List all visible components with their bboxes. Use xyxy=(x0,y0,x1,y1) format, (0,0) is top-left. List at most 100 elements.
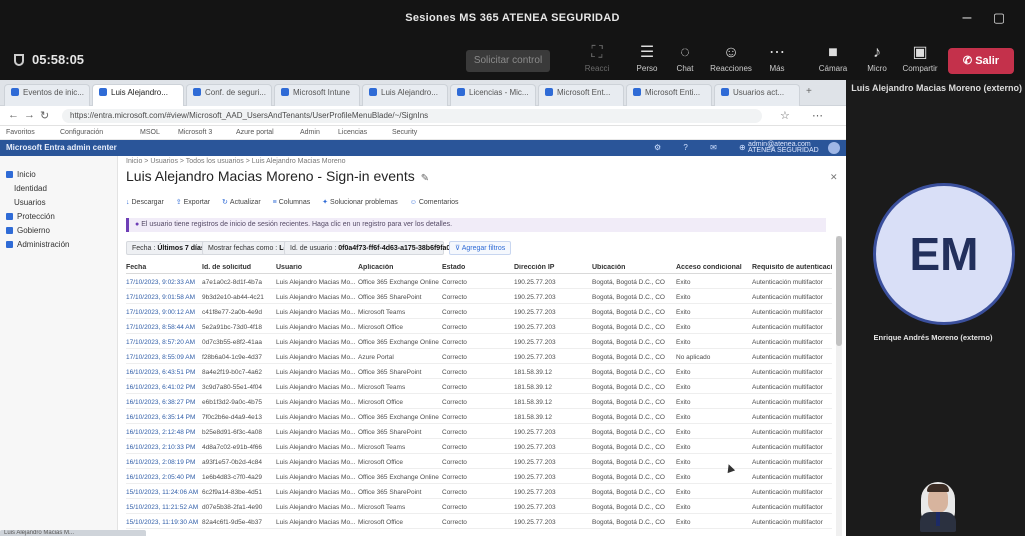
browser-tab[interactable]: Conf. de seguri... xyxy=(186,84,272,106)
table-cell[interactable]: 16/10/2023, 2:12:48 PM xyxy=(126,429,200,436)
more-button[interactable]: ⋯ Más xyxy=(758,42,796,78)
table-row[interactable]: 17/10/2023, 8:57:20 AM 0d7c3b55-e8f2-41aa… xyxy=(126,335,832,349)
table-cell[interactable]: 17/10/2023, 9:00:12 AM xyxy=(126,309,200,316)
browser-tab[interactable]: Usuarios act... xyxy=(714,84,800,106)
column-header[interactable]: Aplicación xyxy=(358,264,440,271)
scrollbar-thumb[interactable] xyxy=(836,236,842,346)
table-cell[interactable]: 15/10/2023, 11:24:06 AM xyxy=(126,489,200,496)
table-cell[interactable]: 17/10/2023, 8:57:20 AM xyxy=(126,339,200,346)
feedback-button[interactable]: ☺ Comentarios xyxy=(410,199,459,206)
table-cell[interactable]: 16/10/2023, 2:05:40 PM xyxy=(126,474,200,481)
column-header[interactable]: Usuario xyxy=(276,264,356,271)
table-row[interactable]: 17/10/2023, 8:58:44 AM 5e2a91bc-73d0-4f18… xyxy=(126,320,832,334)
browser-tab[interactable]: Microsoft Intune xyxy=(274,84,360,106)
nav-item-inicio[interactable]: Inicio xyxy=(6,170,36,179)
bookmark-item[interactable]: Microsoft 3 xyxy=(178,129,212,136)
people-add-button[interactable]: ⛶ Reacci xyxy=(578,42,616,78)
nav-item-proteccion[interactable]: Protección xyxy=(6,212,55,221)
column-header[interactable]: Fecha xyxy=(126,264,200,271)
columns-button[interactable]: ≡ Columnas xyxy=(273,199,311,206)
chat-button[interactable]: ◌ Chat xyxy=(666,42,704,78)
table-cell[interactable]: 17/10/2023, 9:01:58 AM xyxy=(126,294,200,301)
browser-tab[interactable]: Licencias - Mic... xyxy=(450,84,536,106)
column-header[interactable]: Acceso condicional xyxy=(676,264,750,271)
vertical-scrollbar[interactable] xyxy=(836,236,842,536)
browser-tab-active[interactable]: Luis Alejandro... xyxy=(92,84,184,106)
browser-tab[interactable]: Eventos de inic... xyxy=(4,84,90,106)
signed-in-user[interactable]: admin@atenea.com ATENEA SEGURIDAD xyxy=(748,141,820,154)
column-header[interactable]: Requisito de autenticación xyxy=(752,264,832,271)
nav-item-administracion[interactable]: Administración xyxy=(6,240,69,249)
table-row[interactable]: 16/10/2023, 6:35:14 PM 7f0c2b6e-d4a9-4e13… xyxy=(126,410,832,424)
filter-date[interactable]: Fecha : Últimos 7 días xyxy=(126,241,211,255)
filter-user-id[interactable]: Id. de usuario : 0f0a4f73-ff6f-4d63-a175… xyxy=(284,241,460,255)
table-cell[interactable]: 15/10/2023, 11:21:52 AM xyxy=(126,504,200,511)
url-field[interactable]: https://entra.microsoft.com/#view/Micros… xyxy=(62,109,762,123)
favorite-icon[interactable]: ☆ xyxy=(780,109,790,122)
forward-icon[interactable]: → xyxy=(24,109,35,121)
table-row[interactable]: 16/10/2023, 2:05:40 PM 1e6b4d83-c7f0-4a29… xyxy=(126,470,832,484)
table-row[interactable]: 16/10/2023, 2:12:48 PM b25e8d91-6f3c-4a08… xyxy=(126,425,832,439)
bookmark-item[interactable]: Licencias xyxy=(338,129,367,136)
nav-item-identidad[interactable]: Identidad xyxy=(14,184,47,193)
nav-item-usuarios[interactable]: Usuarios xyxy=(14,198,46,207)
table-row[interactable]: 16/10/2023, 6:43:51 PM 8a4e2f19-b0c7-4a62… xyxy=(126,365,832,379)
table-cell[interactable]: 16/10/2023, 6:38:27 PM xyxy=(126,399,200,406)
table-row[interactable]: 15/10/2023, 11:19:30 AM 82a4c6f1-9d5e-4b3… xyxy=(126,515,832,529)
browser-tab[interactable]: Microsoft Ent... xyxy=(538,84,624,106)
refresh-button[interactable]: ↻ Actualizar xyxy=(222,198,261,206)
table-cell[interactable]: 15/10/2023, 11:19:30 AM xyxy=(126,519,200,526)
table-cell[interactable]: 16/10/2023, 6:35:14 PM xyxy=(126,414,200,421)
column-header[interactable]: Id. de solicitud xyxy=(202,264,274,271)
camera-button[interactable]: ■ Cámara xyxy=(814,42,852,78)
app-name[interactable]: Microsoft Entra admin center xyxy=(6,143,117,152)
participant-avatar[interactable]: EM xyxy=(873,183,1015,325)
bookmark-item[interactable]: Admin xyxy=(300,129,320,136)
table-cell[interactable]: 17/10/2023, 9:02:33 AM xyxy=(126,279,200,286)
request-control-button[interactable]: Solicitar control xyxy=(466,50,550,72)
table-row[interactable]: 15/10/2023, 11:21:52 AM d07e5b38-2fa1-4e9… xyxy=(126,500,832,514)
bookmark-item[interactable]: Security xyxy=(392,129,417,136)
leave-button[interactable]: ✆ Salir xyxy=(948,48,1014,74)
download-button[interactable]: ↓ Descargar xyxy=(126,199,164,206)
table-row[interactable]: 16/10/2023, 6:41:02 PM 3c9d7a80-55e1-4f04… xyxy=(126,380,832,394)
new-tab-icon[interactable]: + xyxy=(806,86,812,97)
table-row[interactable]: 17/10/2023, 9:00:12 AM c41f8e77-2a0b-4e9d… xyxy=(126,305,832,319)
minimize-icon[interactable]: – xyxy=(952,6,982,30)
browser-menu-icon[interactable]: ⋯ xyxy=(812,109,823,122)
pin-icon[interactable]: ✎ xyxy=(421,173,429,184)
table-row[interactable]: 16/10/2023, 6:38:27 PM e6b1f3d2-9a0c-4b75… xyxy=(126,395,832,409)
table-cell[interactable]: 17/10/2023, 8:58:44 AM xyxy=(126,324,200,331)
bookmark-item[interactable]: MSOL xyxy=(140,129,160,136)
mic-button[interactable]: ♪ Micro xyxy=(858,42,896,78)
table-row[interactable]: 16/10/2023, 2:10:33 PM 4d8a7c02-e91b-4f66… xyxy=(126,440,832,454)
table-cell[interactable]: 16/10/2023, 6:43:51 PM xyxy=(126,369,200,376)
back-icon[interactable]: ← xyxy=(8,109,19,121)
reactions-button[interactable]: ☺ Reacciones xyxy=(708,42,754,78)
table-cell[interactable]: 16/10/2023, 2:08:19 PM xyxy=(126,459,200,466)
column-header[interactable]: Estado xyxy=(442,264,512,271)
people-button[interactable]: ☰ Perso xyxy=(628,42,666,78)
column-header[interactable]: Ubicación xyxy=(592,264,674,271)
export-button[interactable]: ⇪ Exportar xyxy=(176,198,210,206)
troubleshoot-button[interactable]: ✦ Solucionar problemas xyxy=(322,198,398,206)
table-row[interactable]: 15/10/2023, 11:24:06 AM 6c2f9a14-83be-4d5… xyxy=(126,485,832,499)
table-row[interactable]: 17/10/2023, 9:02:33 AM a7e1a0c2-8d1f-4b7a… xyxy=(126,275,832,289)
browser-tab[interactable]: Luis Alejandro... xyxy=(362,84,448,106)
bookmark-item[interactable]: Favoritos xyxy=(6,129,35,136)
table-row[interactable]: 17/10/2023, 9:01:58 AM 9b3d2e10-ab44-4c21… xyxy=(126,290,832,304)
table-cell[interactable]: 17/10/2023, 8:55:09 AM xyxy=(126,354,200,361)
table-cell[interactable]: 16/10/2023, 6:41:02 PM xyxy=(126,384,200,391)
add-filter-button[interactable]: ⊽ Agregar filtros xyxy=(449,241,512,255)
share-button[interactable]: ▣ Compartir xyxy=(898,42,942,78)
user-avatar[interactable] xyxy=(828,142,840,154)
table-cell[interactable]: 16/10/2023, 2:10:33 PM xyxy=(126,444,200,451)
bookmark-item[interactable]: Configuración xyxy=(60,129,103,136)
table-row[interactable]: 17/10/2023, 8:55:09 AM f28b6a04-1c9e-4d37… xyxy=(126,350,832,364)
column-header[interactable]: Dirección IP xyxy=(514,264,590,271)
maximize-icon[interactable]: ▢ xyxy=(984,6,1014,30)
refresh-icon[interactable]: ↻ xyxy=(40,109,49,122)
breadcrumb[interactable]: Inicio > Usuarios > Todos los usuarios >… xyxy=(126,158,346,165)
close-blade-icon[interactable]: ✕ xyxy=(830,172,838,183)
nav-item-gobierno[interactable]: Gobierno xyxy=(6,226,50,235)
